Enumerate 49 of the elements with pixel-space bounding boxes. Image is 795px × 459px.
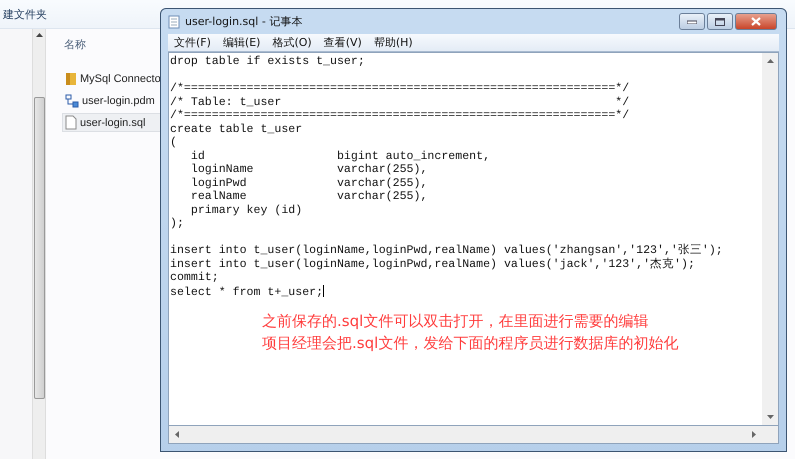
column-header[interactable]: 名称	[64, 37, 164, 52]
code-line: commit;	[170, 271, 219, 284]
code-line: insert into t_user(loginName,loginPwd,realName) values('jack','123','杰克');	[170, 258, 695, 270]
file-item[interactable]: user-login.pdm	[62, 91, 164, 110]
code-line: /* Table: t_user */	[170, 96, 630, 108]
folder-icon	[65, 72, 77, 86]
close-icon	[751, 17, 761, 26]
vertical-scrollbar[interactable]	[762, 53, 778, 425]
code-line: drop table if exists t_user;	[170, 55, 365, 68]
scroll-up-icon[interactable]	[766, 59, 774, 63]
scroll-right-icon[interactable]	[752, 431, 756, 438]
scrollbar[interactable]	[32, 29, 46, 459]
code-line: loginPwd varchar(255),	[190, 176, 428, 190]
code-line: create table t_user	[170, 122, 302, 136]
maximize-button[interactable]	[707, 13, 733, 30]
close-button[interactable]	[735, 13, 777, 30]
scroll-left-icon[interactable]	[175, 431, 179, 438]
menu-item[interactable]: 帮助(H)	[368, 35, 419, 50]
code-line: realName varchar(255),	[190, 190, 428, 203]
code-line: insert into t_user(loginName,loginPwd,realName) values('zhangsan','123','张三');	[170, 244, 723, 257]
code-line: id bigint auto_increment,	[190, 150, 490, 162]
file-item[interactable]: MySql Connecto	[62, 69, 164, 88]
annotation-text: 之前保存的.sql文件可以双击打开，在里面进行需要的编辑	[262, 312, 650, 331]
code-line: /*==============================================================*/	[170, 109, 630, 122]
new-folder-label[interactable]: 建文件夹	[3, 6, 47, 22]
horizontal-scrollbar[interactable]	[168, 426, 779, 444]
code-line: /*==============================================================*/	[170, 82, 630, 95]
menu-item[interactable]: 文件(F)	[168, 35, 217, 50]
scroll-down-icon[interactable]	[766, 415, 774, 419]
annotation-text: 项目经理会把.sql文件，发给下面的程序员进行数据库的初始化	[262, 334, 678, 353]
code-line: loginName varchar(255),	[190, 163, 428, 176]
scroll-thumb[interactable]	[34, 97, 44, 399]
minimize-button[interactable]	[679, 13, 705, 30]
maximize-icon	[715, 18, 725, 26]
document-icon	[65, 115, 77, 130]
text-cursor	[323, 284, 324, 296]
menu-item[interactable]: 格式(O)	[266, 35, 318, 50]
window-title: user-login.sql - 记事本	[185, 14, 302, 29]
diagram-icon	[65, 94, 79, 108]
code-line: select * from t+_user;	[170, 286, 324, 298]
text-area[interactable]	[168, 52, 779, 426]
scroll-up-icon[interactable]	[36, 33, 42, 37]
code-line: );	[170, 217, 184, 230]
minimize-icon	[687, 20, 697, 24]
menu-item[interactable]: 查看(V)	[318, 35, 368, 50]
code-line: (	[170, 136, 177, 149]
menu-item[interactable]: 编辑(E)	[216, 35, 266, 50]
code-line: primary key (id)	[190, 204, 302, 216]
notepad-icon	[168, 14, 180, 28]
